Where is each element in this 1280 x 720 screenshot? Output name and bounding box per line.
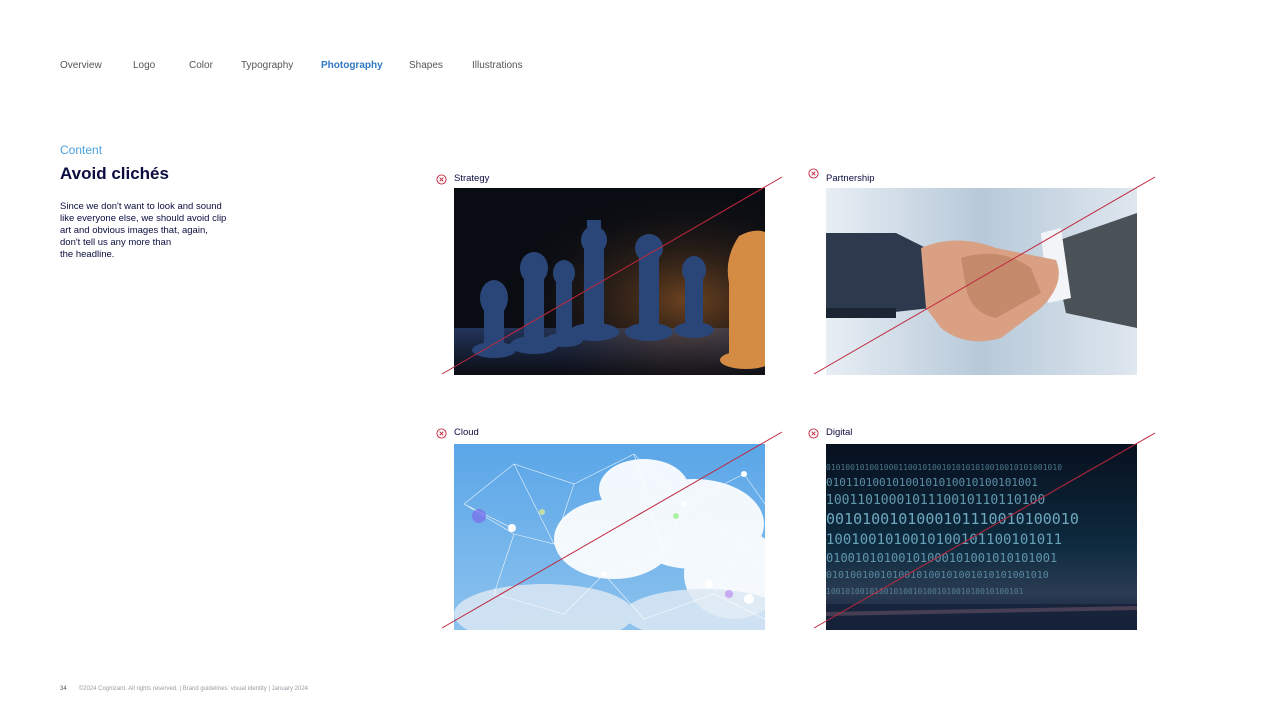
example-cloud: Cloud [436,424,796,630]
nav-typography[interactable]: Typography [241,59,293,73]
section-label: Content [60,143,103,157]
strike-through-line [441,176,783,375]
nav-photography[interactable]: Photography [321,59,383,73]
top-navigation: Overview Logo Color Typography Photograp… [0,59,1280,73]
strike-through-line [813,432,1156,629]
example-digital: Digital 01010010100100011001010010101010… [808,424,1168,630]
footer: 34 ©2024 Cognizant. All rights reserved. … [60,684,308,694]
footer-text: ©2024 Cognizant. All rights reserved. | … [78,686,309,692]
nav-shapes[interactable]: Shapes [409,59,443,73]
body-line: the headline. [60,249,115,260]
example-strategy: Strategy [436,170,796,375]
strike-through-line [441,431,783,629]
nav-illustrations[interactable]: Illustrations [472,59,523,73]
nav-color[interactable]: Color [189,59,213,73]
example-partnership: Partnership [808,168,1168,375]
page-number: 34 [60,686,67,692]
body-line: Since we don't want to look and sound [60,201,222,212]
nav-overview[interactable]: Overview [60,59,102,73]
body-line: art and obvious images that, again, [60,225,208,236]
page-title: Avoid clichés [60,164,169,183]
body-line: like everyone else, we should avoid clip [60,213,227,224]
nav-logo[interactable]: Logo [133,59,155,73]
body-line: don't tell us any more than [60,237,172,248]
strike-through-line [813,176,1156,375]
body-text: Since we don't want to look and sound li… [60,201,245,261]
